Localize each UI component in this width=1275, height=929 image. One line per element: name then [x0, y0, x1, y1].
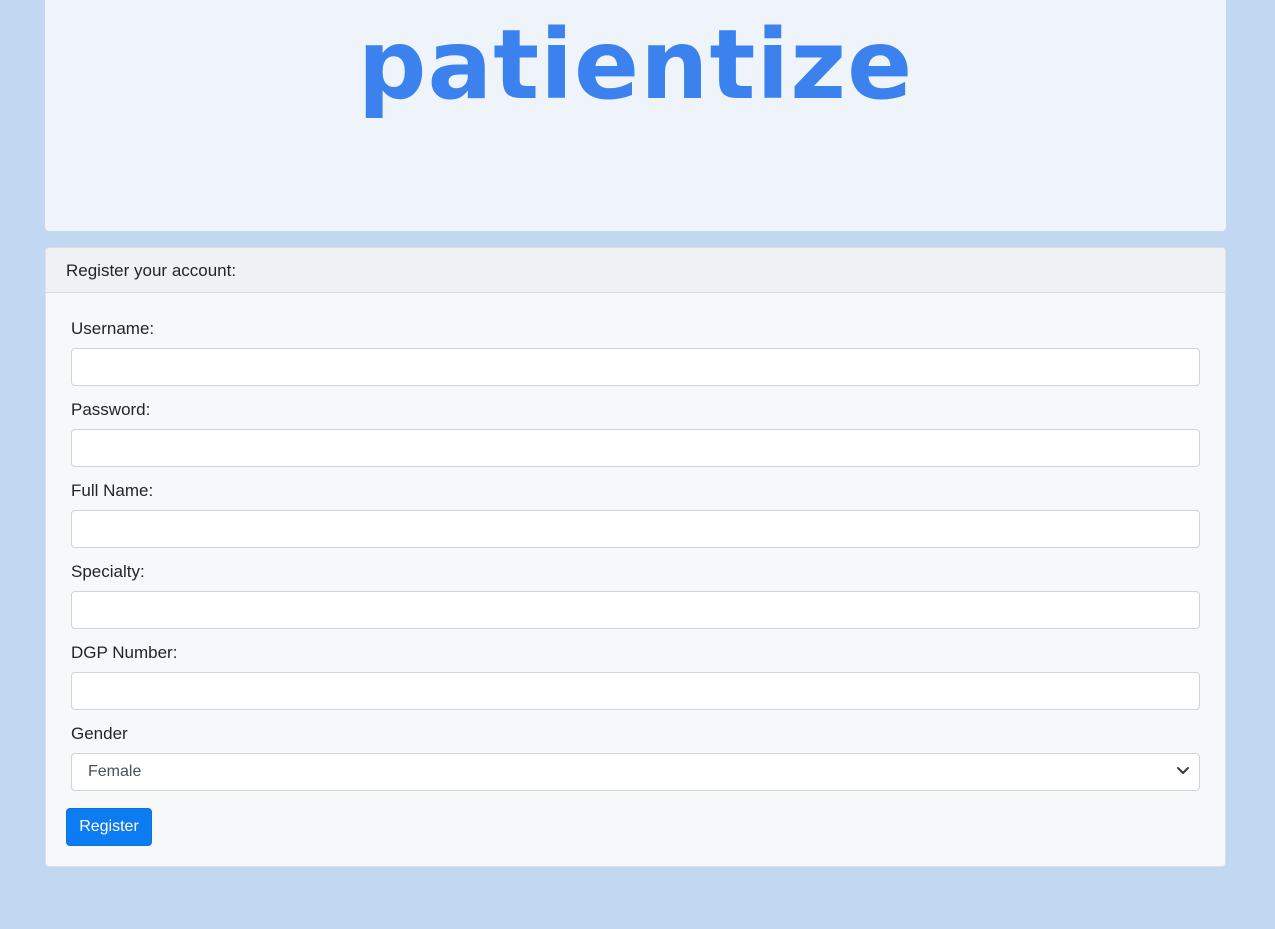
- full-name-label: Full Name:: [71, 481, 154, 500]
- gender-group: Gender Female: [71, 724, 1200, 791]
- password-input[interactable]: [71, 429, 1200, 467]
- username-label: Username:: [71, 319, 155, 338]
- password-group: Password:: [71, 400, 1200, 467]
- username-group: Username:: [71, 319, 1200, 386]
- full-name-group: Full Name:: [71, 481, 1200, 548]
- register-form: Username: Password: Full Name: Specialty…: [71, 294, 1200, 791]
- gender-label: Gender: [71, 724, 128, 743]
- gender-select-value[interactable]: Female: [71, 753, 1200, 791]
- specialty-input[interactable]: [71, 591, 1200, 629]
- register-card: Register your account: Username: Passwor…: [45, 247, 1226, 867]
- specialty-group: Specialty:: [71, 562, 1200, 629]
- dgp-number-group: DGP Number:: [71, 643, 1200, 710]
- chevron-down-icon: [1177, 767, 1189, 774]
- specialty-label: Specialty:: [71, 562, 145, 581]
- logo-panel: patientize: [45, 0, 1226, 231]
- gender-select[interactable]: Female: [71, 753, 1200, 791]
- dgp-number-label: DGP Number:: [71, 643, 178, 662]
- dgp-number-input[interactable]: [71, 672, 1200, 710]
- card-header: Register your account:: [46, 248, 1225, 293]
- brand-logo: patientize: [357, 9, 914, 121]
- username-input[interactable]: [71, 348, 1200, 386]
- full-name-input[interactable]: [71, 510, 1200, 548]
- register-button[interactable]: Register: [66, 808, 152, 846]
- password-label: Password:: [71, 400, 151, 419]
